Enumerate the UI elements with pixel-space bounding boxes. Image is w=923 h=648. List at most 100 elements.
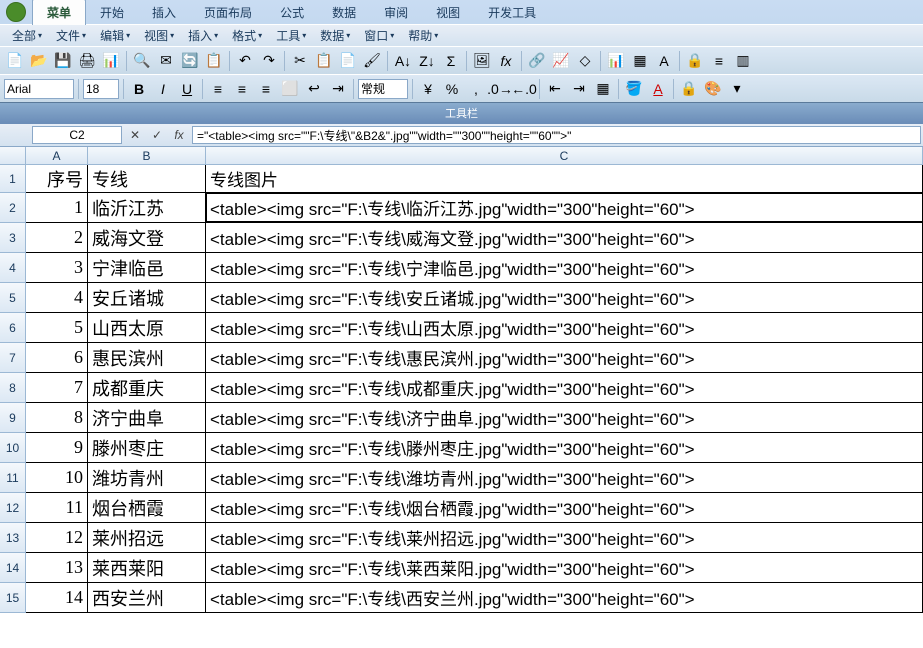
cell[interactable]: <table><img src="F:\专线\成都重庆.jpg"width="3… bbox=[206, 373, 923, 402]
refresh-icon[interactable]: 🔄 bbox=[179, 50, 201, 72]
cell[interactable]: 山西太原 bbox=[88, 313, 206, 342]
fx-icon[interactable]: fx bbox=[495, 50, 517, 72]
cell[interactable]: 9 bbox=[26, 433, 88, 462]
more-icon[interactable]: ▾ bbox=[726, 78, 748, 100]
bold-icon[interactable]: B bbox=[128, 78, 150, 100]
new-icon[interactable]: 📄 bbox=[4, 50, 26, 72]
indent-right-icon[interactable]: ⇥ bbox=[568, 78, 590, 100]
cell[interactable]: 成都重庆 bbox=[88, 373, 206, 402]
preview-icon[interactable]: 🔍 bbox=[131, 50, 153, 72]
align-right-icon[interactable]: ≡ bbox=[255, 78, 277, 100]
menu-edit[interactable]: 编辑▾ bbox=[94, 25, 136, 46]
save-icon[interactable]: 💾 bbox=[52, 50, 74, 72]
cell[interactable]: <table><img src="F:\专线\威海文登.jpg"width="3… bbox=[206, 223, 923, 252]
row-header[interactable]: 12 bbox=[0, 493, 26, 523]
cell[interactable]: 临沂江苏 bbox=[88, 193, 206, 222]
copy-icon[interactable]: 📋 bbox=[313, 50, 335, 72]
redo-icon[interactable]: ↷ bbox=[258, 50, 280, 72]
cell[interactable]: 3 bbox=[26, 253, 88, 282]
row-header[interactable]: 2 bbox=[0, 193, 26, 223]
link-icon[interactable]: 🔗 bbox=[526, 50, 548, 72]
cell[interactable]: 序号 bbox=[26, 165, 88, 192]
menu-file[interactable]: 文件▾ bbox=[50, 25, 92, 46]
menu-all[interactable]: 全部▾ bbox=[6, 25, 48, 46]
borders-icon[interactable]: ▦ bbox=[592, 78, 614, 100]
sum-icon[interactable]: Σ bbox=[440, 50, 462, 72]
tab-formula[interactable]: 公式 bbox=[266, 0, 318, 25]
cell[interactable]: <table><img src="F:\专线\莱西莱阳.jpg"width="3… bbox=[206, 553, 923, 582]
table-icon[interactable]: ▦ bbox=[629, 50, 651, 72]
cell[interactable]: 济宁曲阜 bbox=[88, 403, 206, 432]
cell[interactable]: <table><img src="F:\专线\潍坊青州.jpg"width="3… bbox=[206, 463, 923, 492]
inc-decimal-icon[interactable]: .0→ bbox=[489, 78, 511, 100]
sort-desc-icon[interactable]: Z↓ bbox=[416, 50, 438, 72]
cell[interactable]: 7 bbox=[26, 373, 88, 402]
theme-icon[interactable]: 🎨 bbox=[702, 78, 724, 100]
mail-icon[interactable]: ✉ bbox=[155, 50, 177, 72]
cancel-icon[interactable]: ✕ bbox=[126, 126, 144, 144]
underline-icon[interactable]: U bbox=[176, 78, 198, 100]
row-header[interactable]: 8 bbox=[0, 373, 26, 403]
cell[interactable]: 12 bbox=[26, 523, 88, 552]
tab-review[interactable]: 审阅 bbox=[370, 0, 422, 25]
image-icon[interactable]: 🖼 bbox=[471, 50, 493, 72]
cell[interactable]: 2 bbox=[26, 223, 88, 252]
cell[interactable]: 专线图片 bbox=[206, 165, 923, 192]
formula-input[interactable] bbox=[192, 126, 921, 144]
cell[interactable]: 宁津临邑 bbox=[88, 253, 206, 282]
cell[interactable]: 4 bbox=[26, 283, 88, 312]
cell[interactable]: 安丘诸城 bbox=[88, 283, 206, 312]
row-header[interactable]: 5 bbox=[0, 283, 26, 313]
col-header-a[interactable]: A bbox=[26, 147, 88, 164]
cell[interactable]: <table><img src="F:\专线\烟台栖霞.jpg"width="3… bbox=[206, 493, 923, 522]
cell[interactable]: 烟台栖霞 bbox=[88, 493, 206, 522]
menu-data[interactable]: 数据▾ bbox=[314, 25, 356, 46]
indent-left-icon[interactable]: ⇤ bbox=[544, 78, 566, 100]
row-header[interactable]: 7 bbox=[0, 343, 26, 373]
tab-view[interactable]: 视图 bbox=[422, 0, 474, 25]
chart-icon[interactable]: 📊 bbox=[605, 50, 627, 72]
cell[interactable]: 潍坊青州 bbox=[88, 463, 206, 492]
row-header[interactable]: 11 bbox=[0, 463, 26, 493]
wrap-icon[interactable]: ↩ bbox=[303, 78, 325, 100]
shapes-icon[interactable]: ◇ bbox=[574, 50, 596, 72]
tab-insert[interactable]: 插入 bbox=[138, 0, 190, 25]
col-header-b[interactable]: B bbox=[88, 147, 206, 164]
app-icon[interactable] bbox=[6, 2, 26, 22]
percent-icon[interactable]: % bbox=[441, 78, 463, 100]
menu-view[interactable]: 视图▾ bbox=[138, 25, 180, 46]
format-painter-icon[interactable]: 🖌 bbox=[361, 50, 383, 72]
style-select[interactable] bbox=[358, 79, 408, 99]
menu-insert[interactable]: 插入▾ bbox=[182, 25, 224, 46]
cell[interactable]: 8 bbox=[26, 403, 88, 432]
paste-icon[interactable]: 📄 bbox=[337, 50, 359, 72]
merge-icon[interactable]: ⬜ bbox=[279, 78, 301, 100]
cell[interactable]: 6 bbox=[26, 343, 88, 372]
tab-menu[interactable]: 菜单 bbox=[32, 0, 86, 25]
cell[interactable]: <table><img src="F:\专线\宁津临邑.jpg"width="3… bbox=[206, 253, 923, 282]
cell[interactable]: 莱州招远 bbox=[88, 523, 206, 552]
cell-selected[interactable]: <table><img src="F:\专线\临沂江苏.jpg"width="3… bbox=[206, 193, 923, 222]
print-icon[interactable]: 🖨 bbox=[76, 50, 98, 72]
name-box[interactable] bbox=[32, 126, 122, 144]
row-header[interactable]: 4 bbox=[0, 253, 26, 283]
cell[interactable]: 专线 bbox=[88, 165, 206, 192]
currency-icon[interactable]: ¥ bbox=[417, 78, 439, 100]
cell[interactable]: 西安兰州 bbox=[88, 583, 206, 612]
cell[interactable]: 莱西莱阳 bbox=[88, 553, 206, 582]
undo-icon[interactable]: ↶ bbox=[234, 50, 256, 72]
cell[interactable]: <table><img src="F:\专线\山西太原.jpg"width="3… bbox=[206, 313, 923, 342]
font-select[interactable] bbox=[4, 79, 74, 99]
cell[interactable]: <table><img src="F:\专线\济宁曲阜.jpg"width="3… bbox=[206, 403, 923, 432]
indent-icon[interactable]: ⇥ bbox=[327, 78, 349, 100]
menu-tools[interactable]: 工具▾ bbox=[270, 25, 312, 46]
cols-icon[interactable]: ▥ bbox=[732, 50, 754, 72]
cell[interactable]: <table><img src="F:\专线\西安兰州.jpg"width="3… bbox=[206, 583, 923, 612]
align-center-icon[interactable]: ≡ bbox=[231, 78, 253, 100]
cell[interactable]: 11 bbox=[26, 493, 88, 522]
cell[interactable]: 惠民滨州 bbox=[88, 343, 206, 372]
cell[interactable]: 1 bbox=[26, 193, 88, 222]
cell[interactable]: <table><img src="F:\专线\安丘诸城.jpg"width="3… bbox=[206, 283, 923, 312]
cell[interactable]: <table><img src="F:\专线\惠民滨州.jpg"width="3… bbox=[206, 343, 923, 372]
rows-icon[interactable]: ≡ bbox=[708, 50, 730, 72]
